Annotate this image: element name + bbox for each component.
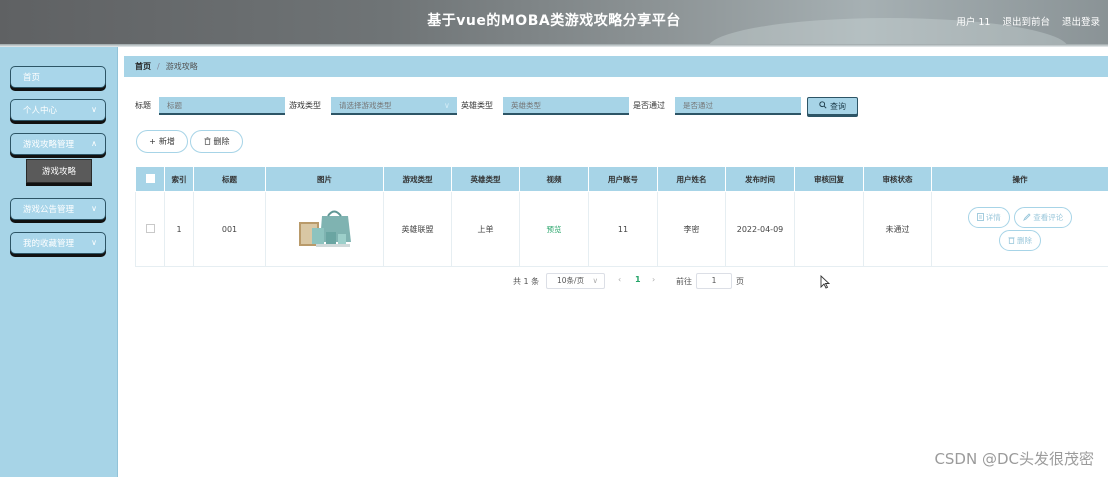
breadcrumb-current: 游戏攻略 [165,62,198,71]
chevron-down-icon: ∨ [91,204,97,213]
edit-icon [1023,212,1031,223]
sidebar-item-label: 游戏公告管理 [23,205,75,215]
watermark-text: CSDN @DC头发很茂密 [934,450,1094,468]
page-size-select[interactable]: 10条/页 ∨ [546,273,605,289]
column-header: 发布时间 [725,166,795,192]
strategy-table: 索引 标题 图片 游戏类型 英雄类型 视频 用户账号 用户姓名 发布时间 审核回… [135,166,1108,267]
sidebar-item-home[interactable]: 首页 [10,66,106,88]
trash-icon [1008,236,1015,246]
chevron-down-icon: ∨ [592,276,599,285]
sidebar-item-personal-center[interactable]: 个人中心 ∨ [10,99,106,121]
cell-operations: 详情 查看评论 删除 [931,191,1108,267]
goto-label: 前往 [676,277,692,286]
column-header: 审核状态 [863,166,932,192]
query-button[interactable]: 查询 [807,97,858,115]
goto-page-input[interactable]: 1 [696,273,732,289]
chevron-down-icon: ∨ [444,101,450,110]
cell-hero-type: 上单 [451,191,520,267]
cell-index: 1 [164,191,194,267]
page-unit-label: 页 [736,277,744,286]
page-size-value: 10条/页 [557,276,585,285]
passed-filter-input[interactable] [675,97,801,115]
video-preview-link[interactable]: 预览 [547,225,562,234]
chevron-down-icon: ∨ [91,238,97,247]
page-number-current[interactable]: 1 [635,275,641,284]
cell-video: 预览 [519,191,589,267]
column-header: 视频 [519,166,589,192]
row-delete-button-label: 删除 [1017,236,1032,245]
row-delete-button[interactable]: 删除 [999,230,1041,251]
cell-account: 11 [588,191,658,267]
back-to-frontend-link[interactable]: 退出到前台 [1002,14,1050,28]
header-links: 用户 11 退出到前台 退出登录 [956,14,1100,28]
select-all-checkbox[interactable] [135,166,165,192]
cell-game-type: 英雄联盟 [383,191,452,267]
column-header: 用户账号 [588,166,658,192]
sidebar-item-label: 游戏攻略管理 [23,140,75,150]
view-comments-button-label: 查看评论 [1033,213,1064,222]
column-header: 英雄类型 [451,166,520,192]
sidebar-item-favorites-management[interactable]: 我的收藏管理 ∨ [10,232,106,254]
sidebar-item-announcement-management[interactable]: 游戏公告管理 ∨ [10,198,106,220]
sidebar-item-label: 个人中心 [23,106,58,116]
title-filter-label: 标题 [135,101,151,110]
header-shadow [0,44,1108,47]
table-header-row: 索引 标题 图片 游戏类型 英雄类型 视频 用户账号 用户姓名 发布时间 审核回… [135,166,1108,192]
cell-image [265,191,384,267]
chevron-down-icon: ∨ [91,105,97,114]
column-header: 游戏类型 [383,166,452,192]
breadcrumb-home[interactable]: 首页 [135,61,151,72]
batch-delete-button[interactable]: 删除 [190,130,243,153]
view-comments-button[interactable]: 查看评论 [1014,207,1073,228]
top-header: 基于vue的MOBA类游戏攻略分享平台 用户 11 退出到前台 退出登录 [0,0,1108,44]
query-button-label: 查询 [830,101,846,111]
title-filter-input[interactable] [159,97,285,115]
cell-status: 未通过 [863,191,932,267]
detail-button-label: 详情 [985,213,1001,222]
hero-type-filter-input[interactable] [503,97,629,115]
detail-button[interactable]: 详情 [967,207,1010,228]
game-type-select[interactable] [331,97,457,115]
column-header: 图片 [265,166,384,192]
sidebar-item-strategy-management[interactable]: 游戏攻略管理 ∧ [10,133,106,155]
next-page-button[interactable]: › [652,275,655,284]
mouse-cursor-icon [820,275,830,289]
trash-icon [203,136,211,147]
add-button[interactable]: + 新增 [136,130,188,153]
table-row: 1 001 英雄联盟 上单 预览 11 李密 2022-04-09 未通过 详情… [135,191,1108,267]
sidebar-subitem-game-strategy[interactable]: 游戏攻略 [26,159,92,183]
pagination-total: 共 1 条 [513,277,540,286]
column-header: 索引 [164,166,194,192]
column-header: 用户姓名 [657,166,726,192]
add-button-label: 新增 [158,137,175,146]
game-type-filter-label: 游戏类型 [289,101,321,110]
column-header: 操作 [931,166,1108,192]
product-image [295,206,354,250]
current-user-label[interactable]: 用户 11 [956,14,990,28]
breadcrumb: 首页 / 游戏攻略 [124,56,1108,77]
logout-link[interactable]: 退出登录 [1062,14,1100,28]
cell-time: 2022-04-09 [725,191,795,267]
cell-title: 001 [193,191,266,267]
row-checkbox[interactable] [135,191,165,267]
hero-type-filter-label: 英雄类型 [461,101,493,110]
plus-icon: + [149,137,156,146]
cell-name: 李密 [657,191,726,267]
sidebar-item-label: 我的收藏管理 [23,239,75,249]
sidebar-item-label: 首页 [23,73,41,83]
breadcrumb-separator: / [157,62,160,71]
delete-button-label: 删除 [213,137,230,146]
column-header: 标题 [193,166,266,192]
column-header: 审核回复 [794,166,864,192]
app-title: 基于vue的MOBA类游戏攻略分享平台 [427,13,681,29]
prev-page-button[interactable]: ‹ [618,275,621,284]
search-icon [819,101,827,111]
cell-reply [794,191,864,267]
passed-filter-label: 是否通过 [633,101,665,110]
document-icon [976,212,984,223]
chevron-down-icon: ∧ [91,139,97,148]
